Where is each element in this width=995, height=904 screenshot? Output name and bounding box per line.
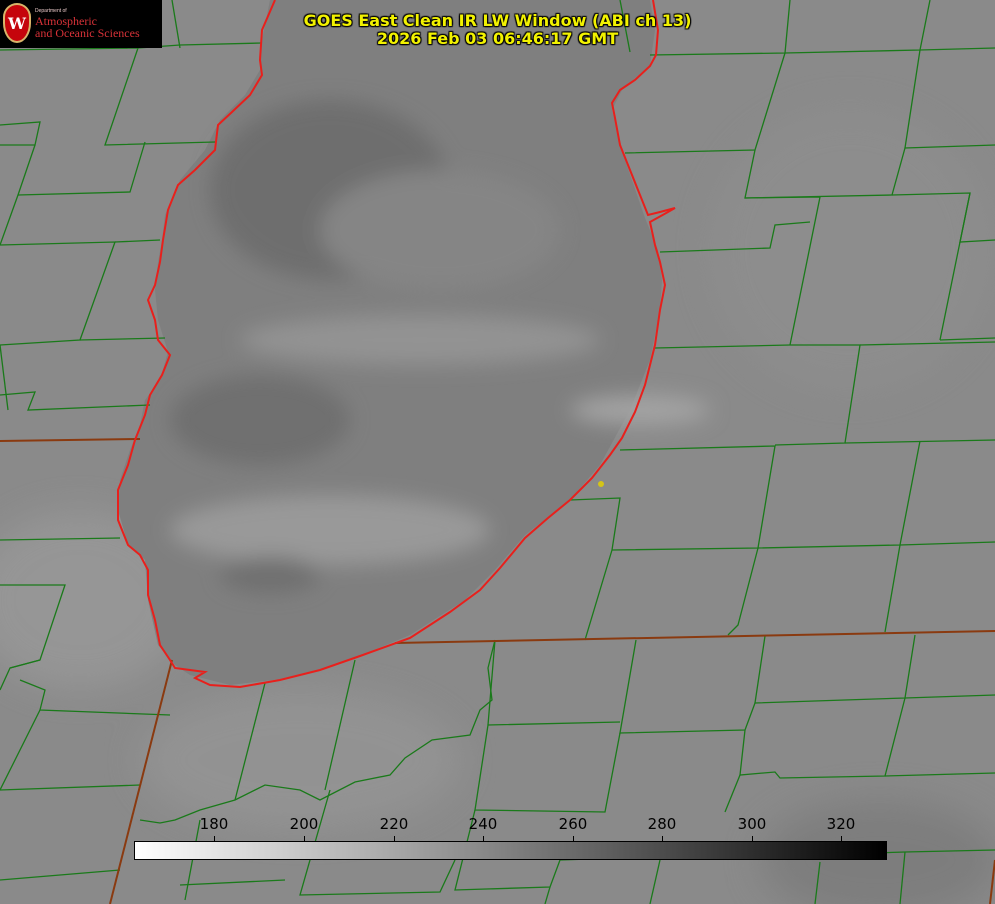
tick-label: 300 <box>737 815 767 833</box>
tick-label: 200 <box>289 815 319 833</box>
tick-label: 320 <box>826 815 856 833</box>
tick-label: 220 <box>379 815 409 833</box>
colorbar <box>134 841 887 860</box>
tick-label: 180 <box>199 815 229 833</box>
tick-label: 240 <box>468 815 498 833</box>
satellite-map[interactable] <box>0 0 995 904</box>
tick-label: 280 <box>647 815 677 833</box>
location-marker[interactable] <box>598 481 604 487</box>
image-timestamp: 2026 Feb 03 06:46:17 GMT <box>376 29 619 48</box>
tick-label: 260 <box>558 815 588 833</box>
image-title: GOES East Clean IR LW Window (ABI ch 13) <box>303 11 692 30</box>
